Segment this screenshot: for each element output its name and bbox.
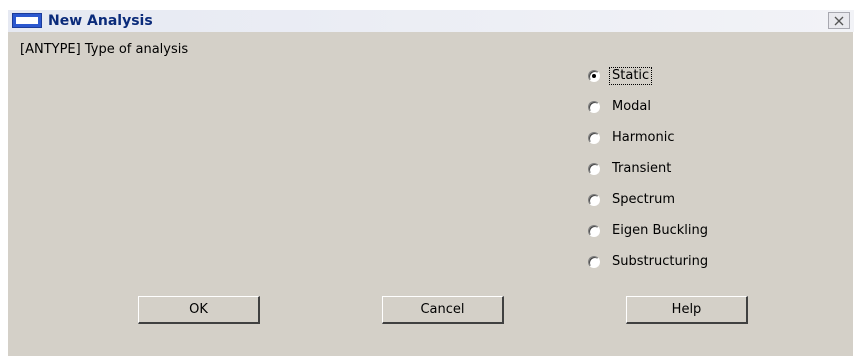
- radio-label-eigen-buckling[interactable]: Eigen Buckling: [610, 223, 710, 239]
- window-icon: [12, 13, 42, 28]
- radio-transient[interactable]: Transient: [588, 159, 673, 179]
- radio-harmonic[interactable]: Harmonic: [588, 128, 676, 148]
- radio-button-harmonic[interactable]: [588, 132, 600, 144]
- ok-button[interactable]: OK: [138, 296, 260, 324]
- radio-button-eigen-buckling[interactable]: [588, 225, 600, 237]
- radio-label-substructuring[interactable]: Substructuring: [610, 254, 710, 270]
- radio-label-modal[interactable]: Modal: [610, 99, 653, 115]
- radio-label-static[interactable]: Static: [608, 67, 653, 85]
- radio-substructuring[interactable]: Substructuring: [588, 252, 710, 272]
- radio-spectrum[interactable]: Spectrum: [588, 190, 677, 210]
- antype-prompt-label: [ANTYPE] Type of analysis: [20, 42, 189, 57]
- radio-label-transient[interactable]: Transient: [610, 161, 673, 177]
- radio-eigen-buckling[interactable]: Eigen Buckling: [588, 221, 710, 241]
- radio-label-harmonic[interactable]: Harmonic: [610, 130, 676, 146]
- radio-button-modal[interactable]: [588, 101, 600, 113]
- help-button[interactable]: Help: [626, 296, 748, 324]
- radio-button-substructuring[interactable]: [588, 256, 600, 268]
- radio-button-transient[interactable]: [588, 163, 600, 175]
- radio-label-spectrum[interactable]: Spectrum: [610, 192, 677, 208]
- radio-modal[interactable]: Modal: [588, 97, 653, 117]
- new-analysis-dialog: New Analysis [ANTYPE] Type of analysis S…: [8, 10, 854, 356]
- close-icon: [834, 16, 844, 25]
- title-bar[interactable]: New Analysis: [8, 10, 854, 32]
- radio-static[interactable]: Static: [588, 66, 653, 86]
- radio-button-static[interactable]: [588, 70, 600, 82]
- radio-button-spectrum[interactable]: [588, 194, 600, 206]
- close-button[interactable]: [828, 12, 850, 29]
- cancel-button[interactable]: Cancel: [382, 296, 504, 324]
- dialog-title: New Analysis: [48, 13, 153, 29]
